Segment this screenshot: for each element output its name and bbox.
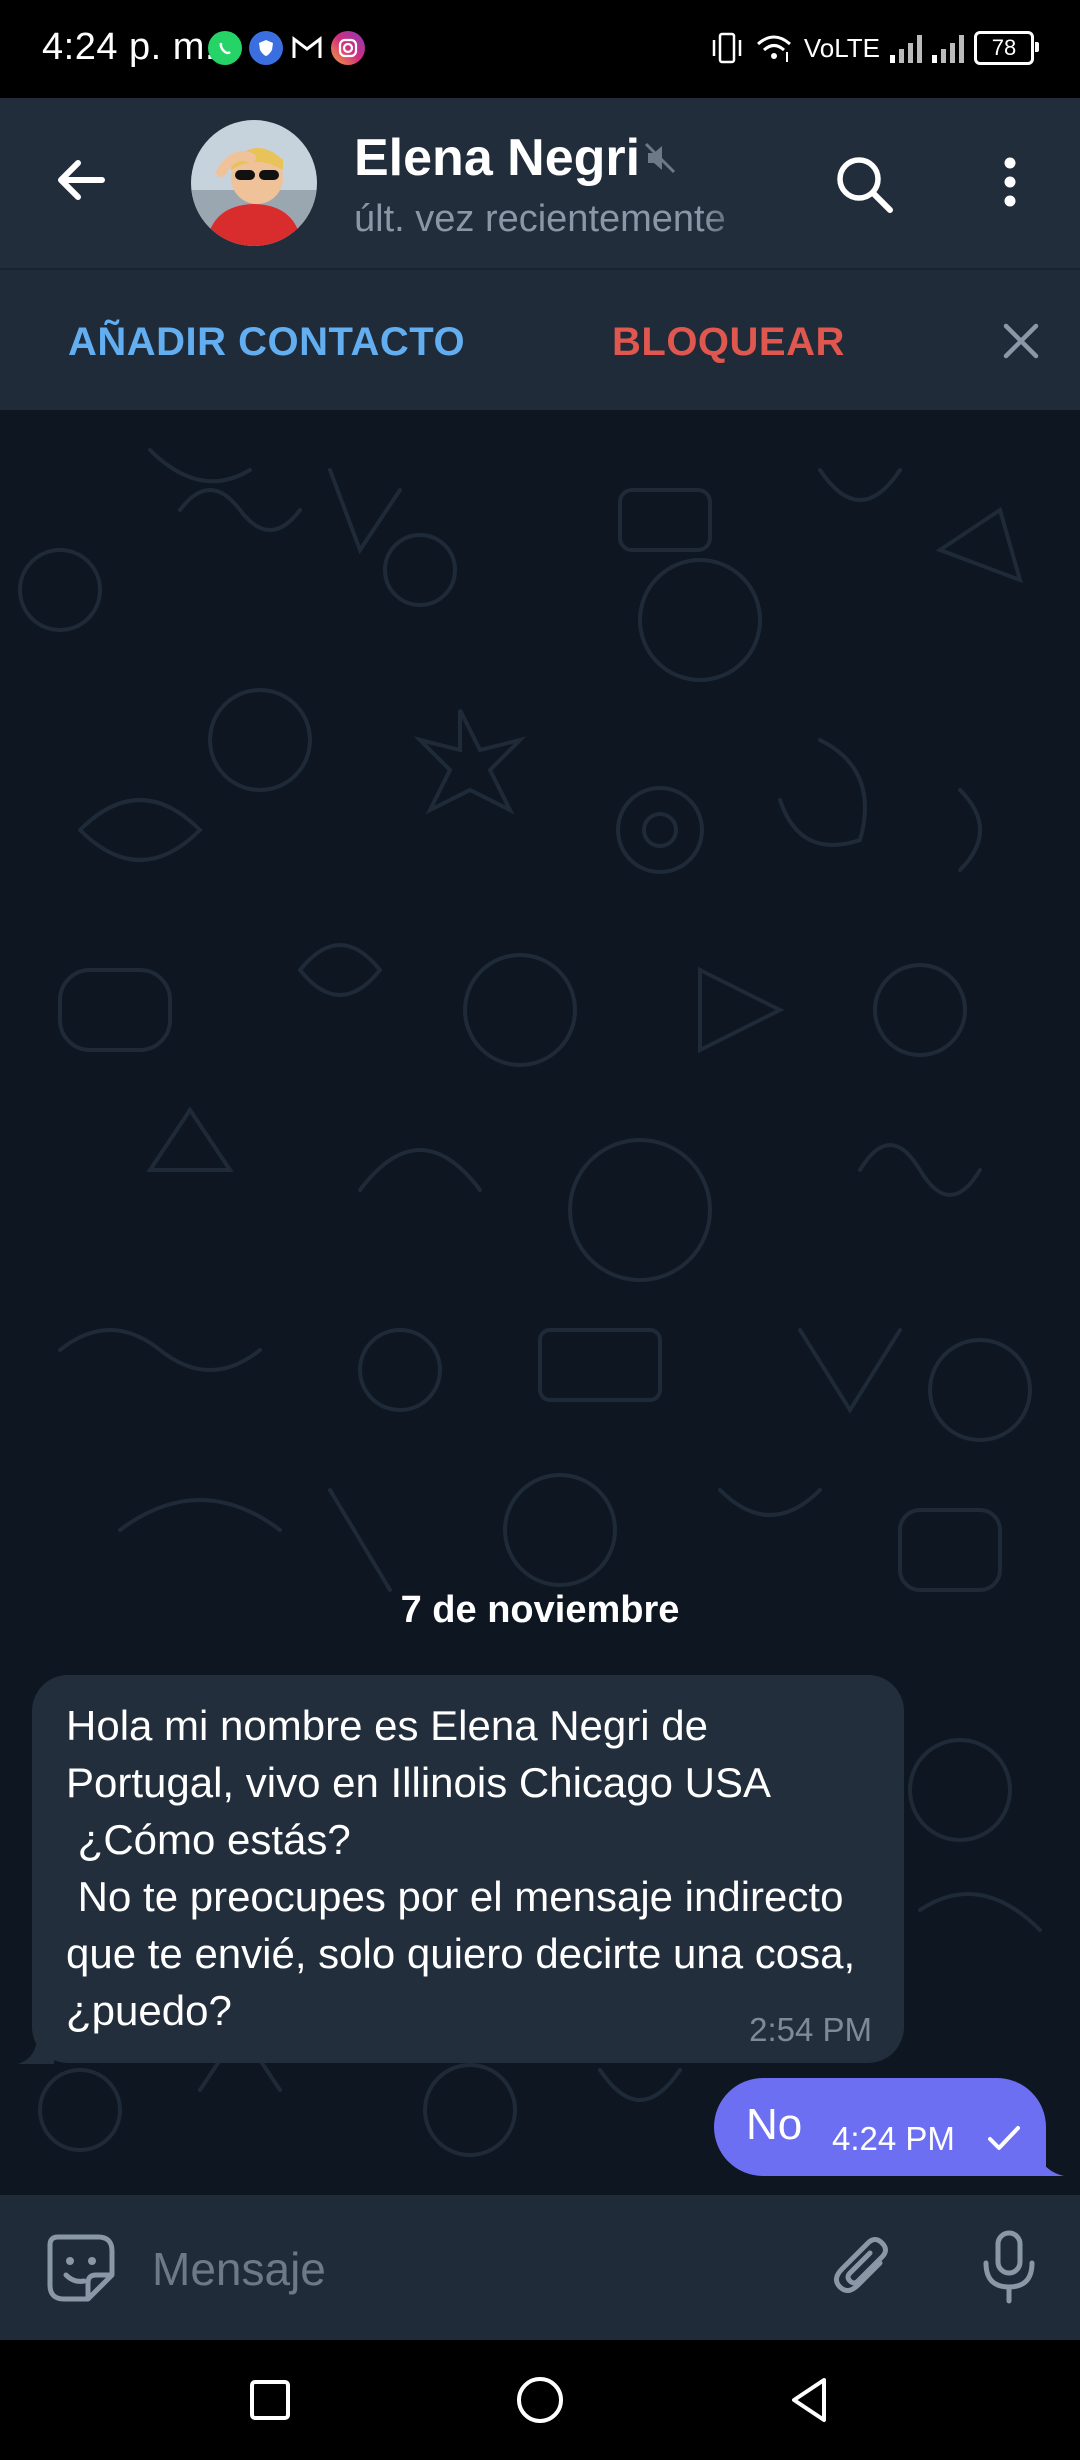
close-icon[interactable] [996, 316, 1046, 366]
shield-app-icon [249, 31, 283, 65]
incoming-message-bubble[interactable]: Hola mi nombre es Elena Negri de Portuga… [32, 1675, 904, 2063]
whatsapp-icon [208, 31, 242, 65]
back-triangle-icon[interactable] [780, 2370, 840, 2430]
battery-icon: 78 [974, 31, 1039, 65]
date-separator: 7 de noviembre [400, 1588, 680, 1631]
telegram-chat-screen: 4:24 p. m. VoLTE 78 Elena Negri últ. vez… [0, 0, 1080, 2460]
attachment-paperclip-icon[interactable] [828, 2233, 898, 2303]
message-composer [0, 2195, 1080, 2340]
avatar[interactable] [191, 120, 317, 246]
volte-indicator: VoLTE [803, 32, 880, 63]
message-input[interactable] [150, 2231, 794, 2307]
muted-speaker-icon [644, 142, 676, 174]
signal-icon-2 [932, 33, 964, 63]
sent-check-icon [988, 2126, 1020, 2150]
home-icon[interactable] [510, 2370, 570, 2430]
search-icon[interactable] [830, 150, 900, 220]
status-indicators: VoLTE 78 [710, 30, 1039, 66]
signal-icon [890, 33, 922, 63]
wifi-icon [756, 35, 791, 62]
notification-icons [208, 31, 365, 65]
block-button[interactable]: BLOQUEAR [612, 320, 845, 365]
incoming-message-time: 2:54 PM [749, 2011, 872, 2048]
outgoing-message-bubble[interactable]: No 4:24 PM [714, 2078, 1046, 2176]
vibrate-icon [712, 32, 742, 64]
system-navigation-bar [0, 2340, 1080, 2460]
status-bar: 4:24 p. m. VoLTE 78 [0, 0, 1080, 98]
microphone-icon[interactable] [974, 2227, 1044, 2307]
last-seen-status: últ. vez recientemente [354, 198, 726, 240]
chat-area[interactable]: 7 de noviembre Hola mi nombre es Elena N… [0, 410, 1080, 2195]
sticker-emoji-icon[interactable] [44, 2231, 118, 2305]
battery-level: 78 [991, 35, 1017, 60]
chat-header: Elena Negri últ. vez recientemente [0, 98, 1080, 268]
back-arrow-icon[interactable] [52, 150, 112, 210]
outgoing-message-time: 4:24 PM [832, 2120, 955, 2157]
outgoing-message-text: No [746, 2100, 803, 2149]
recent-apps-icon[interactable] [240, 2370, 300, 2430]
add-contact-button[interactable]: AÑADIR CONTACTO [68, 320, 465, 365]
status-time: 4:24 p. m. [42, 26, 216, 68]
gmail-icon [290, 31, 324, 65]
more-options-icon[interactable] [990, 150, 1030, 220]
incoming-message-text: Hola mi nombre es Elena Negri de Portuga… [66, 1702, 856, 2034]
contact-name[interactable]: Elena Negri [354, 128, 640, 188]
unknown-contact-action-bar: AÑADIR CONTACTO BLOQUEAR [0, 268, 1080, 412]
instagram-icon [331, 31, 365, 65]
